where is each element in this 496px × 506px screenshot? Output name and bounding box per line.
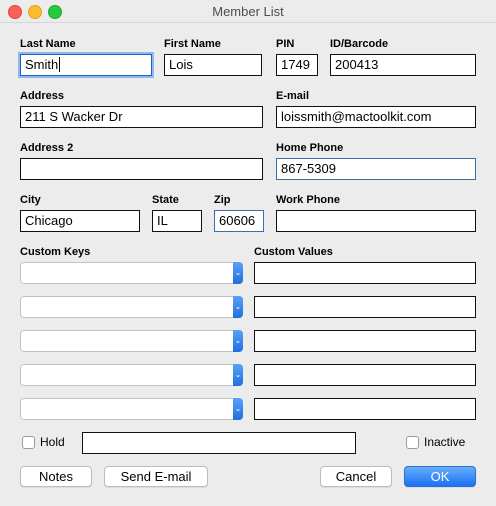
custom-value-field[interactable] bbox=[254, 364, 476, 386]
custom-key-combo[interactable]: ⌄ bbox=[20, 296, 243, 318]
city-field[interactable]: Chicago bbox=[20, 210, 140, 232]
home-phone-field[interactable]: 867-5309 bbox=[276, 158, 476, 180]
last-name-label: Last Name bbox=[20, 38, 76, 50]
pin-field[interactable]: 1749 bbox=[276, 54, 318, 76]
custom-value-field[interactable] bbox=[254, 398, 476, 420]
home-phone-label: Home Phone bbox=[276, 142, 344, 154]
custom-value-field[interactable] bbox=[254, 296, 476, 318]
first-name-field[interactable]: Lois bbox=[164, 54, 262, 76]
chevron-down-icon[interactable]: ⌄ bbox=[233, 262, 243, 284]
text-caret bbox=[59, 57, 61, 72]
address2-label: Address 2 bbox=[20, 142, 74, 154]
inactive-label: Inactive bbox=[424, 435, 466, 449]
hold-label: Hold bbox=[40, 435, 65, 449]
custom-key-combo[interactable]: ⌄ bbox=[20, 398, 243, 420]
chevron-down-icon[interactable]: ⌄ bbox=[233, 296, 243, 318]
custom-key-combo[interactable]: ⌄ bbox=[20, 330, 243, 352]
title-bar: Member List bbox=[0, 0, 496, 23]
custom-value-field[interactable] bbox=[254, 262, 476, 284]
notes-button[interactable]: Notes bbox=[20, 466, 92, 487]
chevron-down-icon[interactable]: ⌄ bbox=[233, 364, 243, 386]
address-label: Address bbox=[20, 90, 65, 102]
id-barcode-label: ID/Barcode bbox=[330, 38, 389, 50]
address-field[interactable]: 211 S Wacker Dr bbox=[20, 106, 263, 128]
work-phone-field[interactable] bbox=[276, 210, 476, 232]
id-barcode-field[interactable]: 200413 bbox=[330, 54, 476, 76]
chevron-down-icon[interactable]: ⌄ bbox=[233, 330, 243, 352]
window-title: Member List bbox=[212, 4, 284, 19]
first-name-label: First Name bbox=[164, 38, 221, 50]
state-label: State bbox=[152, 194, 179, 206]
pin-label: PIN bbox=[276, 38, 295, 50]
hold-checkbox[interactable] bbox=[22, 436, 35, 449]
zip-field[interactable]: 60606 bbox=[214, 210, 264, 232]
custom-key-combo[interactable]: ⌄ bbox=[20, 262, 243, 284]
custom-key-combo[interactable]: ⌄ bbox=[20, 364, 243, 386]
send-email-button[interactable]: Send E-mail bbox=[104, 466, 208, 487]
hold-note-field[interactable] bbox=[82, 432, 356, 454]
chevron-down-icon[interactable]: ⌄ bbox=[233, 398, 243, 420]
ok-button[interactable]: OK bbox=[404, 466, 476, 487]
inactive-checkbox[interactable] bbox=[406, 436, 419, 449]
email-field[interactable]: loissmith@mactoolkit.com bbox=[276, 106, 476, 128]
last-name-value: Smith bbox=[25, 57, 59, 72]
cancel-button[interactable]: Cancel bbox=[320, 466, 392, 487]
last-name-field[interactable]: Smith bbox=[20, 54, 152, 76]
state-field[interactable]: IL bbox=[152, 210, 202, 232]
custom-value-field[interactable] bbox=[254, 330, 476, 352]
custom-keys-label: Custom Keys bbox=[20, 246, 91, 258]
zip-label: Zip bbox=[214, 194, 231, 206]
email-label: E-mail bbox=[276, 90, 310, 102]
work-phone-label: Work Phone bbox=[276, 194, 340, 206]
address2-field[interactable] bbox=[20, 158, 263, 180]
custom-values-label: Custom Values bbox=[254, 246, 333, 258]
city-label: City bbox=[20, 194, 41, 206]
